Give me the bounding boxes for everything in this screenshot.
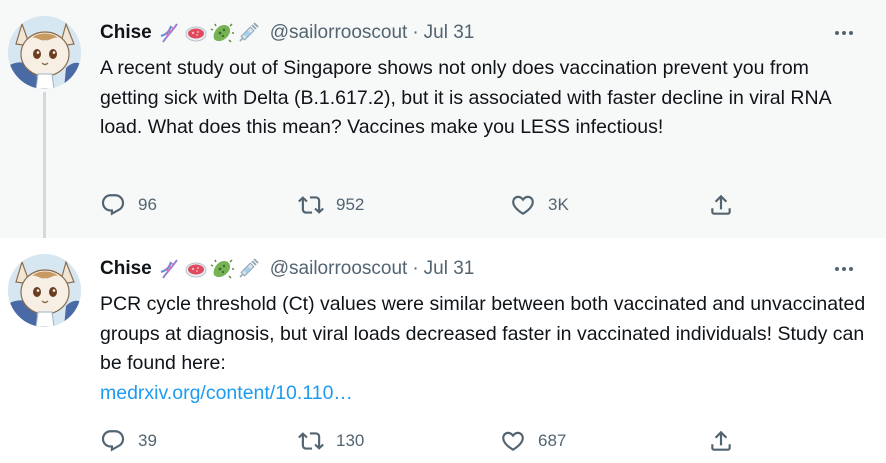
retweet-count: 952: [336, 195, 365, 214]
retweet-icon: [298, 192, 324, 218]
avatar-image: [8, 254, 81, 327]
reply-button[interactable]: 39: [100, 426, 157, 456]
tweet-date[interactable]: Jul 31: [424, 258, 475, 280]
tweet-card[interactable]: Chise @sailorrooscout · Jul 31 A recent …: [0, 0, 886, 238]
retweet-icon: [298, 428, 324, 454]
study-link[interactable]: medrxiv.org/content/10.110…: [100, 382, 353, 404]
share-icon: [708, 428, 734, 454]
name-emojis: [158, 21, 260, 45]
share-icon: [708, 192, 734, 218]
like-button[interactable]: 3K: [510, 190, 569, 220]
microbe-icon: [210, 257, 234, 281]
like-button[interactable]: 687: [500, 426, 566, 456]
reply-count: 39: [138, 431, 157, 450]
tweet-actions: 39 130 687: [100, 426, 860, 456]
avatar-image: [8, 16, 81, 89]
petri-dish-icon: [184, 257, 208, 281]
tweet-text-body: A recent study out of Singapore shows no…: [100, 57, 831, 138]
author-handle[interactable]: @sailorrooscout: [270, 22, 408, 44]
thread-connector: [43, 92, 46, 252]
tweet-card[interactable]: Chise @sailorrooscout · Jul 31 PCR cycle…: [0, 238, 886, 463]
author-name[interactable]: Chise: [100, 258, 152, 280]
reply-button[interactable]: 96: [100, 190, 157, 220]
retweet-button[interactable]: 130: [298, 426, 364, 456]
reply-icon: [100, 192, 126, 218]
avatar[interactable]: [8, 16, 81, 89]
syringe-icon: [236, 257, 260, 281]
petri-dish-icon: [184, 21, 208, 45]
tweet-header: Chise @sailorrooscout · Jul 31: [100, 20, 474, 46]
tweet-text-body: PCR cycle threshold (Ct) values were sim…: [100, 293, 866, 374]
share-button[interactable]: [708, 426, 734, 456]
separator: ·: [412, 22, 419, 43]
separator: ·: [412, 258, 419, 279]
more-options-icon[interactable]: [830, 21, 858, 45]
author-name[interactable]: Chise: [100, 22, 152, 44]
heart-icon: [510, 192, 536, 218]
share-button[interactable]: [708, 190, 734, 220]
author-handle[interactable]: @sailorrooscout: [270, 258, 408, 280]
heart-icon: [500, 428, 526, 454]
tweet-text: A recent study out of Singapore shows no…: [100, 54, 870, 143]
tweet-actions: 96 952 3K: [100, 190, 860, 220]
syringe-icon: [236, 21, 260, 45]
retweet-count: 130: [336, 431, 365, 450]
like-count: 687: [538, 431, 567, 450]
dna-icon: [158, 21, 182, 45]
tweet-header: Chise @sailorrooscout · Jul 31: [100, 256, 474, 282]
more-options-icon[interactable]: [830, 257, 858, 281]
like-count: 3K: [548, 195, 569, 214]
microbe-icon: [210, 21, 234, 45]
reply-count: 96: [138, 195, 157, 214]
tweet-text: PCR cycle threshold (Ct) values were sim…: [100, 290, 870, 408]
reply-icon: [100, 428, 126, 454]
retweet-button[interactable]: 952: [298, 190, 364, 220]
tweet-date[interactable]: Jul 31: [424, 22, 475, 44]
name-emojis: [158, 257, 260, 281]
avatar[interactable]: [8, 254, 81, 327]
dna-icon: [158, 257, 182, 281]
